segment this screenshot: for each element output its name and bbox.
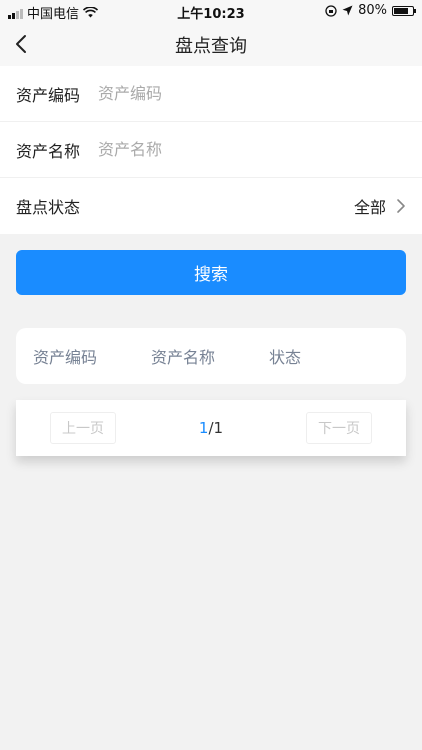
inventory-status-select[interactable]: 全部 [354,194,406,218]
chevron-right-icon [397,199,405,213]
column-header-asset-code: 资产编码 [33,348,98,367]
asset-code-row: 资产编码 [0,66,422,122]
inventory-status-value: 全部 [353,198,386,217]
nav-bar: 盘点查询 [0,22,422,66]
battery-icon [392,5,416,16]
status-bar: 中国电信 上午10:23 80% [0,0,422,22]
pagination: 上一页 1/1 下一页 [16,400,406,456]
search-button[interactable]: 搜索 [16,250,406,295]
column-header-status: 状态 [269,348,302,367]
column-header-asset-name: 资产名称 [151,348,216,367]
asset-name-input[interactable] [98,140,406,159]
status-right: 80% [325,3,416,18]
inventory-status-label: 盘点状态 [16,198,81,217]
rotation-lock-icon [325,4,337,17]
location-icon [342,5,353,16]
total-pages: 1 [213,419,224,437]
search-form: 资产编码 资产名称 盘点状态 全部 [0,66,422,234]
inventory-status-row[interactable]: 盘点状态 全部 [0,178,422,234]
battery-percent: 80% [358,3,387,18]
asset-name-row: 资产名称 [0,122,422,178]
page-title: 盘点查询 [175,36,247,57]
asset-code-input[interactable] [98,84,406,103]
asset-name-label: 资产名称 [16,141,81,161]
asset-code-label: 资产编码 [16,85,81,105]
next-page-button[interactable]: 下一页 [306,412,372,444]
battery-fill [394,7,409,14]
result-table-header: 资产编码 资产名称 状态 [16,328,406,384]
